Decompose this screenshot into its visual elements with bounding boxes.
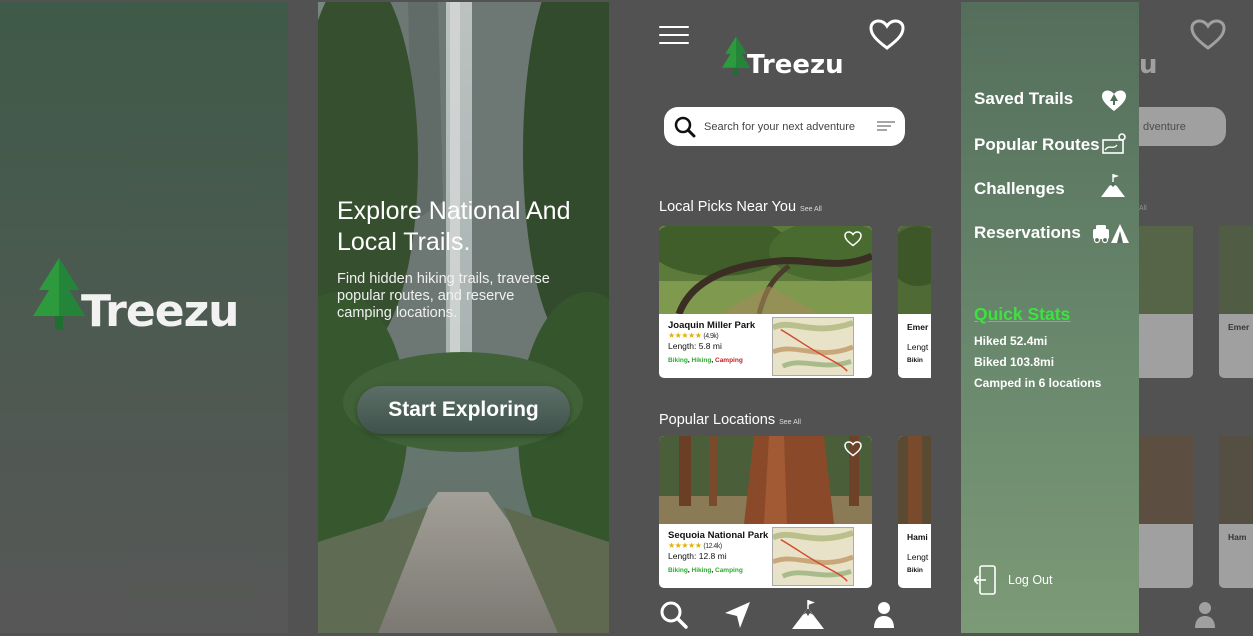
sequoia-photo	[659, 436, 872, 524]
favorites-heart-icon[interactable]	[869, 19, 905, 51]
splash-screen: Treezu	[0, 2, 288, 633]
profile-icon[interactable]	[869, 600, 899, 630]
home-brand-name: Treezu	[747, 50, 844, 80]
menu-item-reservations[interactable]: Reservations	[974, 223, 1081, 243]
search-bar[interactable]: Search for your next adventure	[664, 107, 905, 146]
trail-info: Joaquin Miller Park ★★★★★ (4.9k) Length: …	[668, 320, 772, 364]
heart-tree-icon	[1102, 90, 1126, 111]
stars: ★★★★★	[668, 541, 702, 550]
search-placeholder: dventure	[1143, 121, 1186, 133]
star-rating: ★★★★★ (12.4k)	[668, 541, 772, 550]
profile-icon	[1195, 602, 1215, 628]
navigate-icon[interactable]	[723, 600, 753, 630]
trail-length: Length: 12.8 mi	[668, 551, 727, 561]
trail-card-partial[interactable]: Hami Lengt Bikin	[898, 436, 931, 588]
favorite-heart-icon[interactable]	[844, 441, 862, 457]
pine-tree-icon	[33, 258, 85, 330]
trail-length: Lengt	[907, 552, 929, 562]
favorites-heart-icon	[1190, 19, 1226, 50]
menu-drawer-screen: u dventure All Emer Ham Saved Trails Pop…	[961, 2, 1253, 633]
home-screen: Treezu Search for your next adventure Lo…	[640, 2, 931, 633]
activity-tags: Bikin	[907, 567, 923, 574]
local-picks-heading: Local Picks Near You See All	[659, 199, 822, 215]
tag-camping: Camping	[715, 567, 743, 574]
brand-name-partial: u	[1139, 50, 1158, 80]
stat-hiked: Hiked 52.4mi	[974, 334, 1048, 348]
see-all-link: All	[1139, 205, 1147, 212]
logout-label: Log Out	[1008, 573, 1053, 587]
section-title: Popular Locations	[659, 412, 776, 428]
section-title: Local Picks Near You	[659, 199, 797, 215]
filter-icon[interactable]	[877, 120, 895, 133]
see-all-link[interactable]: See All	[779, 419, 801, 426]
splash-logo: Treezu	[33, 258, 239, 334]
favorite-heart-icon[interactable]	[844, 231, 862, 247]
trail-name: Joaquin Miller Park	[668, 320, 756, 331]
tag-camping: Camping	[715, 357, 743, 364]
quick-stats-link[interactable]: Quick Stats	[974, 304, 1070, 325]
hero-title: Explore National And Local Trails.	[337, 197, 571, 256]
trail-card-partial: Ham	[1219, 436, 1253, 588]
stat-camped: Camped in 6 locations	[974, 376, 1102, 390]
search-placeholder: Search for your next adventure	[704, 120, 856, 133]
trail-name: Emer	[907, 322, 929, 332]
logout-button[interactable]: Log Out	[974, 565, 1052, 595]
tag-biking: Biking	[668, 357, 688, 364]
car-tent-icon	[1093, 224, 1129, 244]
tag-biking: Biking	[668, 567, 688, 574]
menu-item-saved-trails[interactable]: Saved Trails	[974, 89, 1073, 109]
menu-item-challenges[interactable]: Challenges	[974, 179, 1065, 199]
route-map-icon	[1102, 133, 1126, 154]
see-all-link[interactable]: See All	[800, 206, 822, 213]
pine-tree-icon	[722, 36, 750, 76]
trail-card-partial: Emer	[1219, 226, 1253, 378]
trail-length: Lengt	[907, 342, 929, 352]
splash-brand-name: Treezu	[81, 286, 239, 337]
bottom-navigation	[640, 600, 931, 630]
tag-hiking: Hiking	[691, 357, 712, 364]
mountain-flag-icon	[1101, 174, 1125, 197]
review-count: (4.9k)	[703, 333, 719, 340]
activity-tags: Bikin	[907, 357, 923, 364]
trail-name: Sequoia National Park	[668, 530, 769, 541]
oak-forest-photo	[659, 226, 872, 314]
trail-map-thumbnail	[772, 527, 854, 586]
forest-photo	[898, 226, 931, 314]
start-exploring-button[interactable]: Start Exploring	[357, 386, 570, 434]
trail-card-partial	[1139, 226, 1193, 378]
trail-card[interactable]: Joaquin Miller Park ★★★★★ (4.9k) Length: …	[659, 226, 872, 378]
menu-item-popular-routes[interactable]: Popular Routes	[974, 135, 1100, 155]
mountain-flag-icon[interactable]	[790, 600, 826, 630]
screens-canvas: Treezu Explore National And Local Trails…	[0, 0, 1253, 636]
activity-tags: Biking, Hiking, Camping	[668, 567, 743, 574]
welcome-screen: Explore National And Local Trails. Find …	[318, 2, 609, 633]
home-logo: Treezu	[722, 36, 844, 78]
search-bar-partial: dventure	[1139, 107, 1226, 146]
trail-name: Ham	[1228, 532, 1247, 542]
trail-name: Emer	[1228, 322, 1250, 332]
trail-info: Sequoia National Park ★★★★★ (12.4k) Lengt…	[668, 530, 772, 574]
search-icon[interactable]	[659, 600, 689, 630]
star-rating: ★★★★★ (4.9k)	[668, 331, 772, 340]
activity-tags: Biking, Hiking, Camping	[668, 357, 743, 364]
forest-photo	[898, 436, 931, 524]
trail-card[interactable]: Sequoia National Park ★★★★★ (12.4k) Lengt…	[659, 436, 872, 588]
logout-icon	[974, 565, 996, 595]
tag-hiking: Hiking	[691, 567, 712, 574]
navigation-drawer: Saved Trails Popular Routes Challenges R…	[961, 2, 1139, 633]
stars: ★★★★★	[668, 331, 702, 340]
stat-biked: Biked 103.8mi	[974, 355, 1055, 369]
trail-length: Length: 5.8 mi	[668, 341, 722, 351]
popular-locations-heading: Popular Locations See All	[659, 412, 801, 428]
review-count: (12.4k)	[703, 543, 722, 550]
trail-map-thumbnail	[772, 317, 854, 376]
trail-card-partial[interactable]: Emer Lengt Bikin	[898, 226, 931, 378]
trail-card-partial	[1139, 436, 1193, 588]
search-icon	[674, 116, 696, 137]
hero-subtitle: Find hidden hiking trails, traverse popu…	[337, 271, 550, 321]
hamburger-menu-icon[interactable]	[659, 26, 689, 46]
trail-name: Hami	[907, 532, 928, 542]
